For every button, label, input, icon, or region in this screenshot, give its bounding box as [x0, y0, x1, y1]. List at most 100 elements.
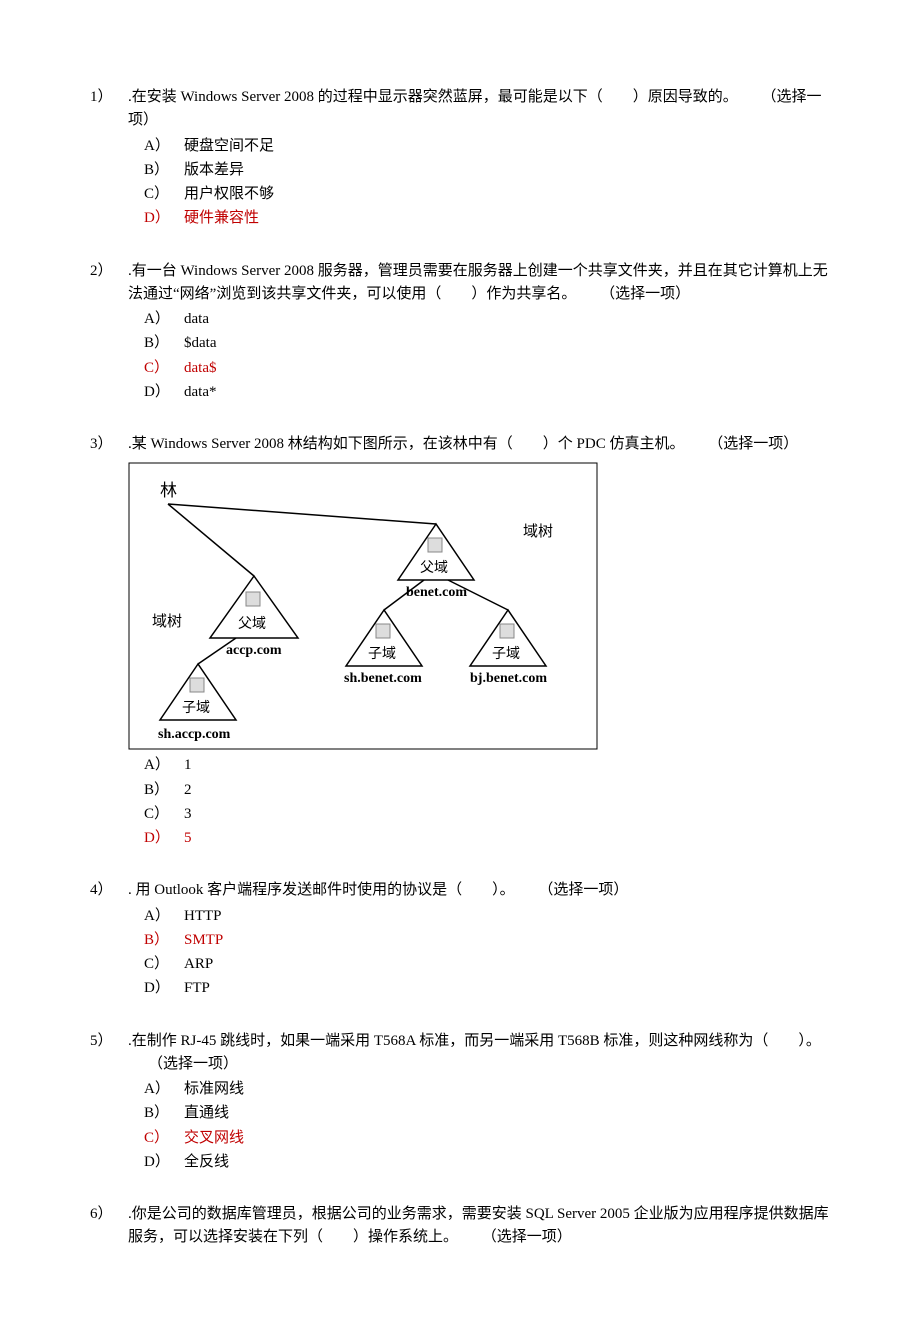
question-header: 4） . 用 Outlook 客户端程序发送邮件时使用的协议是（ ）。 （选择一… [90, 879, 830, 1001]
option-label: B） [144, 929, 184, 952]
option-text: 交叉网线 [184, 1127, 244, 1150]
option-text: 标准网线 [184, 1078, 244, 1101]
option-label: D） [144, 827, 184, 850]
forest-diagram: 林 域树 父域 benet.com [128, 462, 830, 750]
option-d: D）data* [144, 381, 830, 404]
option-b: B）版本差异 [144, 159, 830, 182]
question-hint: （选择一项） [708, 436, 798, 452]
option-label: C） [144, 803, 184, 826]
option-text: FTP [184, 977, 210, 1000]
label-bj-benet: bj.benet.com [470, 671, 547, 686]
question-header: 5） .在制作 RJ-45 跳线时，如果一端采用 T568A 标准，而另一端采用… [90, 1030, 830, 1176]
option-text: 用户权限不够 [184, 183, 274, 206]
question-5: 5） .在制作 RJ-45 跳线时，如果一端采用 T568A 标准，而另一端采用… [90, 1030, 830, 1176]
question-body: .你是公司的数据库管理员，根据公司的业务需求，需要安装 SQL Server 2… [128, 1203, 830, 1250]
label-sh-benet: sh.benet.com [344, 671, 422, 686]
label-child-bj-benet: 子域 [492, 646, 520, 662]
question-1: 1） .在安装 Windows Server 2008 的过程中显示器突然蓝屏，… [90, 86, 830, 232]
option-c: C）ARP [144, 953, 830, 976]
option-text: SMTP [184, 929, 223, 952]
option-c: C）data$ [144, 357, 830, 380]
option-label: C） [144, 1127, 184, 1150]
option-text: 硬件兼容性 [184, 207, 259, 230]
question-body: .在制作 RJ-45 跳线时，如果一端采用 T568A 标准，而另一端采用 T5… [128, 1030, 830, 1176]
option-text: 5 [184, 827, 192, 850]
options-list: A）1 B）2 C）3 D）5 [128, 754, 830, 850]
question-hint: （选择一项） [538, 882, 628, 898]
option-text: 3 [184, 803, 192, 826]
question-number: 3） [90, 433, 128, 851]
option-c: C）交叉网线 [144, 1127, 830, 1150]
label-sh-accp: sh.accp.com [158, 727, 231, 742]
label-accp: accp.com [226, 643, 282, 658]
question-body: .在安装 Windows Server 2008 的过程中显示器突然蓝屏，最可能… [128, 86, 830, 232]
label-tree-left: 域树 [152, 613, 182, 630]
option-text: data$ [184, 357, 216, 380]
question-header: 2） .有一台 Windows Server 2008 服务器，管理员需要在服务… [90, 260, 830, 406]
option-a: A）标准网线 [144, 1078, 830, 1101]
option-d: D）FTP [144, 977, 830, 1000]
question-header: 6） .你是公司的数据库管理员，根据公司的业务需求，需要安装 SQL Serve… [90, 1203, 830, 1250]
question-body: . 用 Outlook 客户端程序发送邮件时使用的协议是（ ）。 （选择一项） … [128, 879, 830, 1001]
options-list: A）HTTP B）SMTP C）ARP D）FTP [128, 905, 830, 1001]
question-number: 2） [90, 260, 128, 406]
option-b: B）2 [144, 779, 830, 802]
option-label: B） [144, 332, 184, 355]
option-text: 2 [184, 779, 192, 802]
option-c: C）3 [144, 803, 830, 826]
option-text: data [184, 308, 209, 331]
options-list: A）硬盘空间不足 B）版本差异 C）用户权限不够 D）硬件兼容性 [128, 135, 830, 231]
option-label: D） [144, 381, 184, 404]
question-number: 5） [90, 1030, 128, 1176]
question-2: 2） .有一台 Windows Server 2008 服务器，管理员需要在服务… [90, 260, 830, 406]
option-text: 全反线 [184, 1151, 229, 1174]
label-parent-right: 父域 [420, 560, 448, 576]
option-d: D）硬件兼容性 [144, 207, 830, 230]
question-4: 4） . 用 Outlook 客户端程序发送邮件时使用的协议是（ ）。 （选择一… [90, 879, 830, 1001]
option-d: D）全反线 [144, 1151, 830, 1174]
question-number: 6） [90, 1203, 128, 1250]
option-label: C） [144, 953, 184, 976]
option-label: A） [144, 754, 184, 777]
question-text: .你是公司的数据库管理员，根据公司的业务需求，需要安装 SQL Server 2… [128, 1206, 829, 1245]
question-6: 6） .你是公司的数据库管理员，根据公司的业务需求，需要安装 SQL Serve… [90, 1203, 830, 1250]
question-hint: （选择一项） [600, 286, 690, 302]
option-label: B） [144, 779, 184, 802]
option-label: D） [144, 207, 184, 230]
question-text: .在安装 Windows Server 2008 的过程中显示器突然蓝屏，最可能… [128, 89, 738, 105]
option-label: B） [144, 159, 184, 182]
option-label: C） [144, 183, 184, 206]
options-list: A）data B）$data C）data$ D）data* [128, 308, 830, 404]
option-text: HTTP [184, 905, 222, 928]
question-number: 4） [90, 879, 128, 1001]
option-label: A） [144, 905, 184, 928]
option-label: C） [144, 357, 184, 380]
label-child-sh-benet: 子域 [368, 646, 396, 662]
option-text: 1 [184, 754, 192, 777]
question-hint: （选择一项） [148, 1056, 238, 1072]
question-body: .有一台 Windows Server 2008 服务器，管理员需要在服务器上创… [128, 260, 830, 406]
label-forest: 林 [160, 481, 177, 500]
question-text: .在制作 RJ-45 跳线时，如果一端采用 T568A 标准，而另一端采用 T5… [128, 1033, 821, 1049]
question-header: 3） .某 Windows Server 2008 林结构如下图所示，在该林中有… [90, 433, 830, 851]
option-text: 版本差异 [184, 159, 244, 182]
option-d: D）5 [144, 827, 830, 850]
option-a: A）HTTP [144, 905, 830, 928]
label-tree-right: 域树 [523, 523, 553, 540]
label-parent-left: 父域 [238, 616, 266, 632]
options-list: A）标准网线 B）直通线 C）交叉网线 D）全反线 [128, 1078, 830, 1174]
option-label: A） [144, 1078, 184, 1101]
question-hint: （选择一项） [482, 1229, 572, 1245]
option-b: B）直通线 [144, 1102, 830, 1125]
option-a: A）硬盘空间不足 [144, 135, 830, 158]
option-b: B）SMTP [144, 929, 830, 952]
option-text: data* [184, 381, 216, 404]
question-body: .某 Windows Server 2008 林结构如下图所示，在该林中有（ ）… [128, 433, 830, 851]
option-text: 硬盘空间不足 [184, 135, 274, 158]
option-label: A） [144, 135, 184, 158]
question-text: .有一台 Windows Server 2008 服务器，管理员需要在服务器上创… [128, 263, 828, 302]
option-label: D） [144, 1151, 184, 1174]
option-label: D） [144, 977, 184, 1000]
option-text: ARP [184, 953, 213, 976]
question-text: . 用 Outlook 客户端程序发送邮件时使用的协议是（ ）。 [128, 882, 515, 898]
